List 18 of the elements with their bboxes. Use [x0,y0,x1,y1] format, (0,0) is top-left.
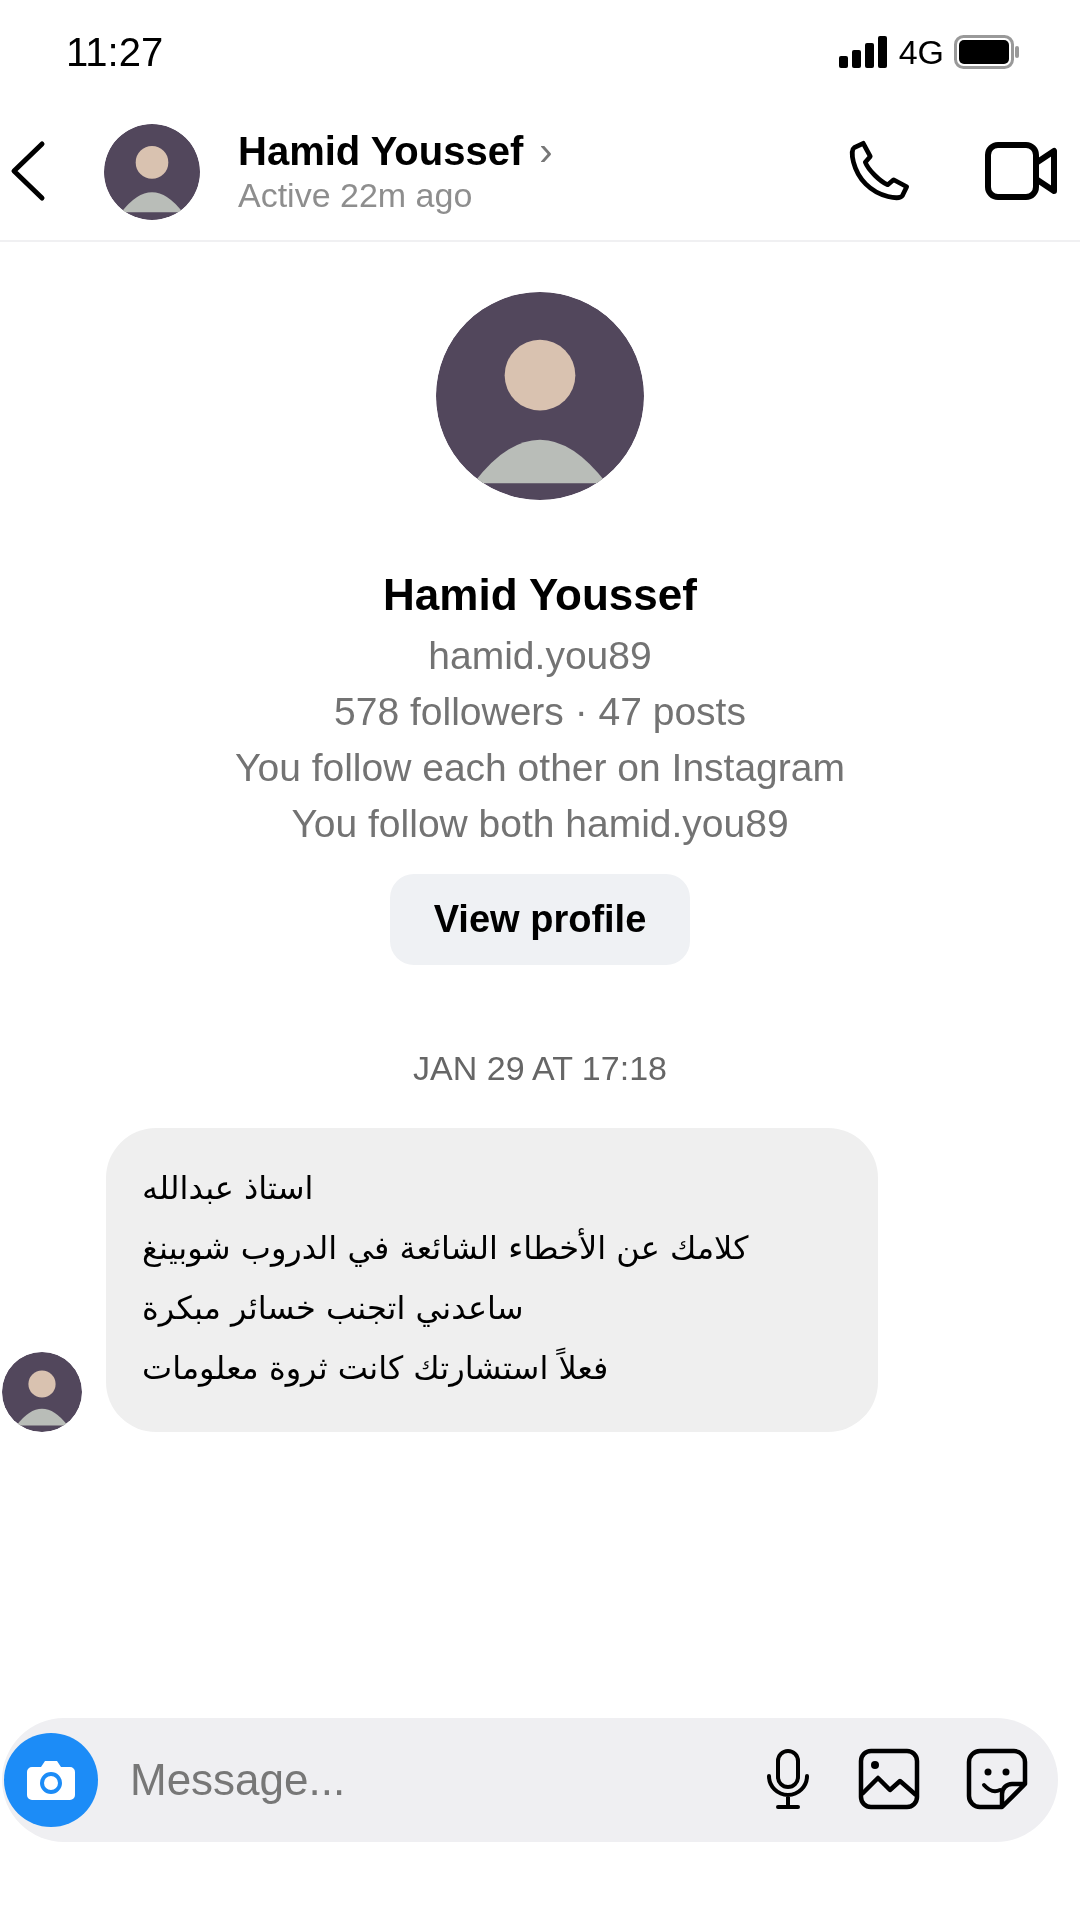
contact-name[interactable]: Hamid Youssef [238,129,524,174]
signal-icon [838,36,889,68]
network-label: 4G [898,32,944,72]
mutual-follow-text: You follow each other on Instagram [235,746,845,790]
status-time: 11:27 [66,29,164,75]
message-text: استاذ عبدالله كلامك عن الأخطاء الشائعة في الدروب شوبينغ ساعدني اتجنب خسائر مبكرة فعلاً استشارتك كانت ثروة معلومات [142,1168,750,1389]
view-profile-button[interactable]: View profile [389,874,691,965]
battery-icon [954,35,1020,69]
message-input[interactable]: Message... [128,1754,718,1806]
mutual-follower-text: You follow both hamid.you89 [291,802,789,846]
profile-stats: 578 followers · 47 posts [334,690,746,734]
chevron[interactable]: › [539,129,553,174]
active-status: Active 22m ago [238,176,474,215]
camera-button[interactable] [4,1733,98,1827]
profile-username: hamid.you89 [428,634,652,678]
camera-icon [26,1759,76,1801]
date-divider: JAN 29 AT 17:18 [412,1049,668,1088]
profile-name: Hamid Youssef [383,570,697,620]
